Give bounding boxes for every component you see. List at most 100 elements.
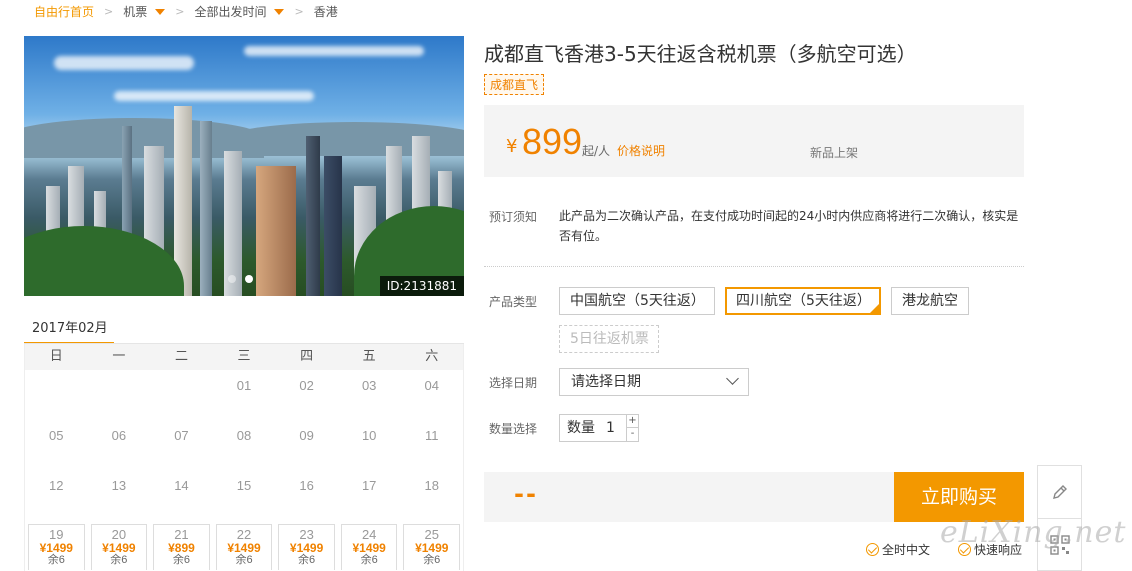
notice-label: 预订须知 [489, 210, 538, 224]
breadcrumb-flight-label: 机票 [123, 4, 148, 19]
calendar-priced-day[interactable]: 22 ¥1499 余6 [215, 524, 273, 570]
calendar-priced-day[interactable]: 24 ¥1499 余6 [340, 524, 398, 570]
quantity-label: 数量选择 [489, 422, 538, 436]
date-select[interactable]: 请选择日期 [559, 368, 749, 396]
building-shape [256, 166, 296, 296]
calendar-day: 16 [299, 478, 314, 493]
calendar-day: 15 [236, 478, 252, 493]
weekday-label: 四 [300, 349, 314, 364]
day-number: 24 [361, 527, 377, 542]
calendar-day: 09 [299, 428, 314, 443]
calendar-day: 06 [111, 428, 127, 443]
day-remaining: 余6 [172, 554, 190, 566]
quantity-minus-button[interactable]: - [626, 428, 638, 441]
day-price: ¥1499 [227, 541, 261, 555]
weekday-label: 一 [112, 349, 126, 364]
calendar-day: 12 [49, 478, 64, 493]
day-price: ¥1499 [289, 541, 324, 555]
product-type-option-selected[interactable]: 四川航空（5天往返） [725, 287, 881, 315]
guarantee-item: 全时中文 [866, 541, 930, 558]
weekday-label: 三 [237, 349, 251, 364]
product-type-label: 产品类型 [489, 295, 538, 309]
calendar-priced-day[interactable]: 25 ¥1499 余6 [403, 524, 461, 570]
price-note-link[interactable]: 价格说明 [617, 142, 665, 159]
calendar-day: 08 [236, 428, 252, 443]
day-remaining: 余6 [298, 554, 316, 566]
calendar-day [25, 370, 88, 420]
calendar-day: 03 [361, 378, 377, 393]
watermark: eLiXing.net [940, 515, 1127, 550]
calendar-priced-week-row: 19 ¥1499 余6 20 ¥1499 余6 21 ¥899 余6 22 ¥1… [25, 520, 463, 570]
caret-down-icon [274, 9, 285, 15]
weekday-label: 二 [174, 349, 188, 364]
carousel-dot[interactable] [228, 275, 236, 283]
guarantee-label: 全时中文 [882, 543, 931, 557]
image-id-label: ID:2131881 [379, 276, 464, 296]
chevron-right-icon: > [294, 4, 304, 18]
building-shape [306, 136, 320, 296]
calendar-month-title: 2017年02月 [24, 312, 114, 345]
day-number: 20 [111, 527, 127, 542]
calendar-priced-day[interactable]: 20 ¥1499 余6 [90, 524, 148, 570]
building-shape [324, 156, 342, 296]
calendar-week-row: 01 02 03 04 [25, 370, 463, 420]
breadcrumb-departure-label: 全部出发时间 [194, 4, 267, 19]
calendar-weekday-header: 日 一 二 三 四 五 六 [25, 344, 463, 370]
cloud-shape [54, 56, 194, 70]
breadcrumb: 自由行首页 > 机票 > 全部出发时间 > 香港 [34, 2, 338, 20]
calendar-priced-day[interactable]: 21 ¥899 余6 [153, 524, 210, 570]
calendar-day: 10 [361, 428, 377, 443]
quantity-plus-button[interactable]: + [626, 415, 638, 428]
chevron-right-icon: > [175, 4, 185, 18]
breadcrumb-destination: 香港 [313, 4, 338, 19]
weekday-label: 日 [49, 349, 63, 364]
breadcrumb-flight-dropdown[interactable]: 机票 [123, 3, 166, 20]
chevron-down-icon [726, 372, 739, 385]
currency-symbol: ¥ [506, 136, 518, 157]
day-number: 19 [49, 527, 64, 542]
day-number: 23 [299, 527, 314, 542]
edit-icon [1052, 485, 1067, 499]
day-price: ¥1499 [102, 541, 136, 555]
quantity-stepper[interactable]: 数量 1 + - [559, 414, 639, 442]
calendar-day: 13 [111, 478, 127, 493]
calendar-priced-day[interactable]: 23 ¥1499 余6 [278, 524, 335, 570]
check-circle-icon [866, 543, 879, 556]
carousel-dots [228, 275, 253, 283]
day-remaining: 余6 [110, 554, 128, 566]
caret-down-icon [155, 9, 166, 15]
breadcrumb-home-link[interactable]: 自由行首页 [34, 3, 94, 20]
price-unit: 起/人 [582, 144, 611, 158]
product-title: 成都直飞香港3-5天往返含税机票（多航空可选） [484, 42, 917, 66]
new-product-label: 新品上架 [810, 146, 859, 160]
calendar-priced-day[interactable]: 19 ¥1499 余6 [28, 524, 85, 570]
building-shape [200, 121, 212, 296]
calendar-day: 05 [49, 428, 64, 443]
day-price: ¥1499 [415, 541, 449, 555]
weekday-label: 五 [362, 349, 376, 364]
calendar-day: 01 [236, 378, 252, 393]
quantity-text: 数量 [567, 420, 595, 436]
day-remaining: 余6 [235, 554, 253, 566]
product-type-option[interactable]: 港龙航空 [891, 287, 969, 315]
carousel-dot-active[interactable] [245, 275, 253, 283]
quantity-value[interactable]: 1 [606, 415, 615, 441]
product-type-option-disabled: 5日往返机票 [559, 325, 659, 353]
edit-button[interactable] [1038, 466, 1081, 518]
day-remaining: 余6 [360, 554, 378, 566]
product-hero-image[interactable]: ID:2131881 [24, 36, 464, 296]
day-price: ¥1499 [39, 541, 73, 555]
date-label: 选择日期 [489, 376, 538, 390]
cloud-shape [244, 46, 424, 56]
calendar-day: 11 [425, 428, 439, 443]
date-select-placeholder: 请选择日期 [571, 374, 641, 390]
calendar-day: 02 [299, 378, 314, 393]
cloud-shape [114, 91, 314, 101]
day-remaining: 余6 [423, 554, 441, 566]
order-total: -- [514, 480, 538, 508]
product-type-option[interactable]: 中国航空（5天往返） [559, 287, 715, 315]
breadcrumb-departure-dropdown[interactable]: 全部出发时间 [194, 3, 285, 20]
calendar-week-row: 05 06 07 08 09 10 11 [25, 420, 463, 470]
day-number: 21 [174, 527, 189, 542]
divider [484, 266, 1024, 267]
